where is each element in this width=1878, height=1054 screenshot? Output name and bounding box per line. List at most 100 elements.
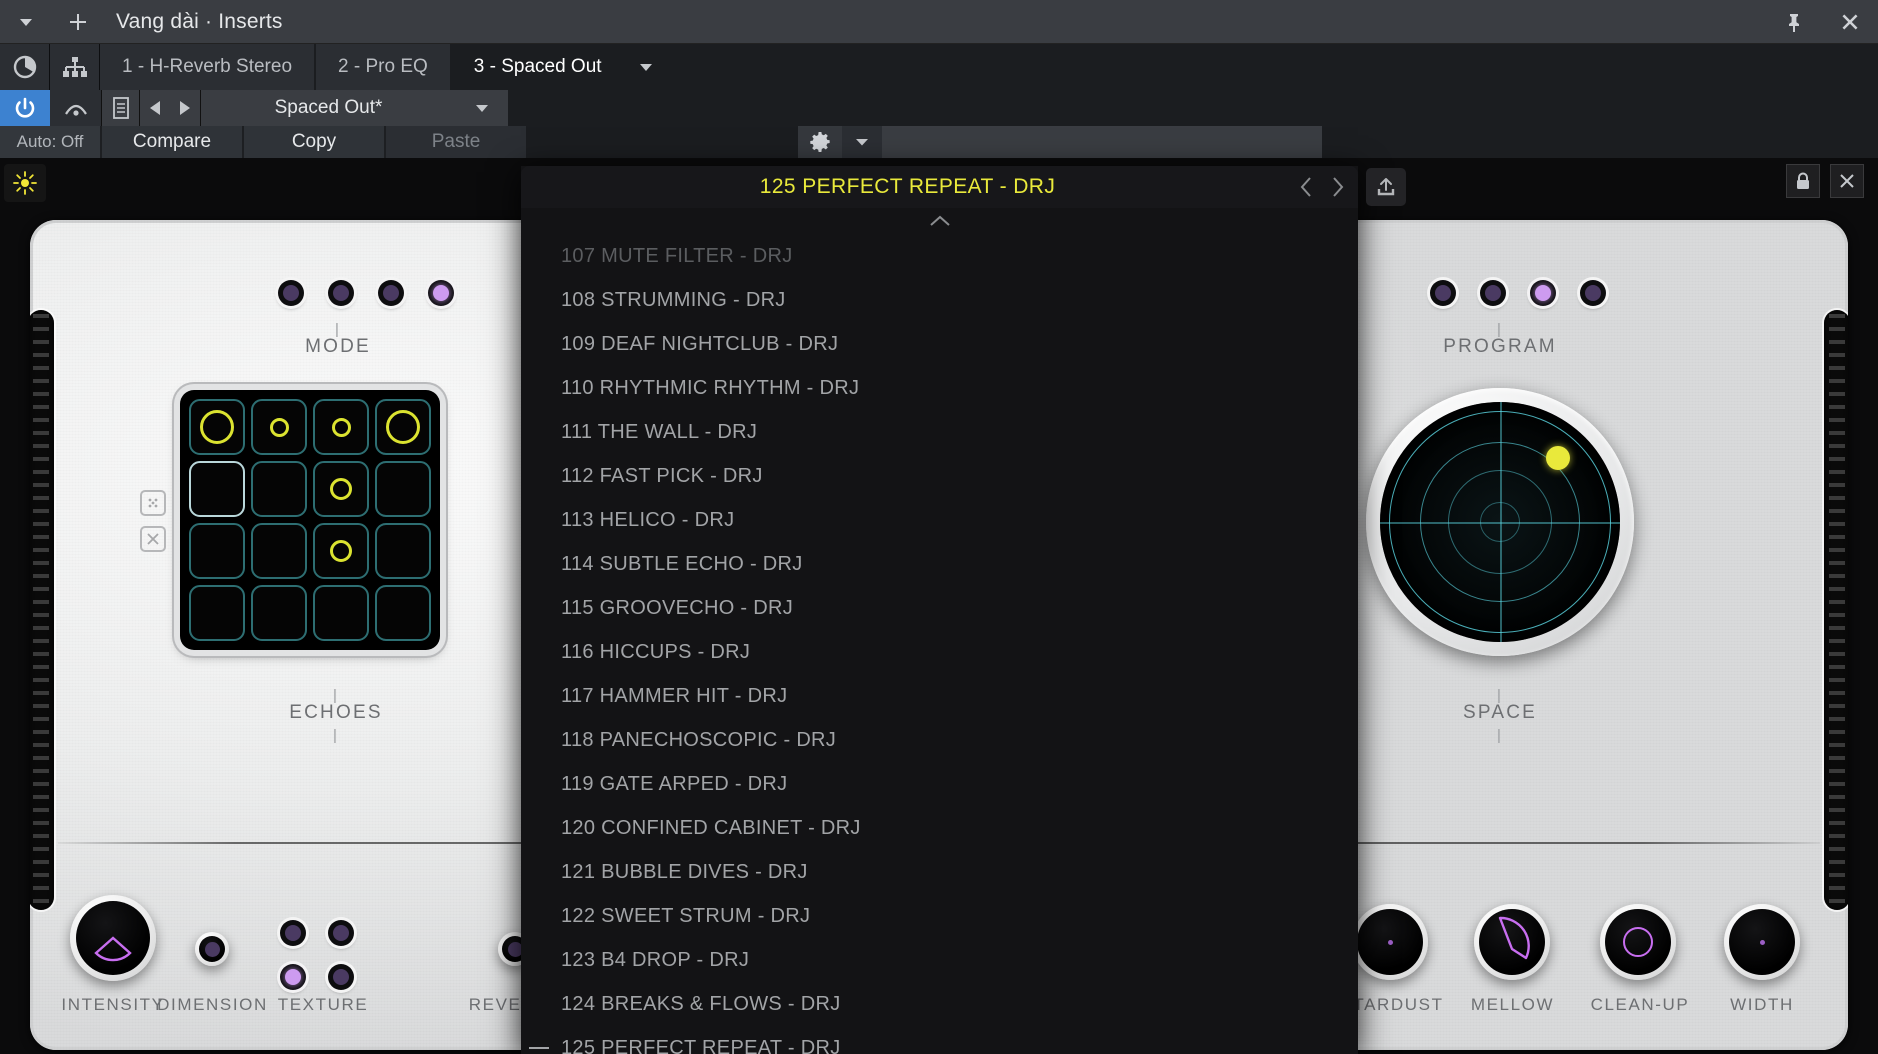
echo-pad-r2c2[interactable]: [251, 461, 307, 517]
next-preset-button[interactable]: [170, 90, 200, 126]
echo-pad-r3c4[interactable]: [375, 523, 431, 579]
echo-ring: [330, 478, 352, 500]
echo-pad-r4c2[interactable]: [251, 585, 307, 641]
program-led-4[interactable]: [1580, 280, 1606, 306]
gear-icon[interactable]: [798, 126, 842, 158]
mellow-knob[interactable]: [1474, 904, 1550, 980]
preset-list-item[interactable]: 123 B4 DROP - DRJ: [521, 938, 1358, 982]
texture-led-1[interactable]: [280, 920, 306, 946]
program-led-3[interactable]: [1530, 280, 1556, 306]
window-menu-button[interactable]: [0, 0, 52, 44]
sun-icon[interactable]: [4, 164, 46, 202]
stardust-knob[interactable]: [1352, 904, 1428, 980]
insert-tab-1[interactable]: 1 - H-Reverb Stereo: [100, 44, 315, 90]
preset-list-item[interactable]: 110 RHYTHMIC RHYTHM - DRJ: [521, 366, 1358, 410]
program-led-1[interactable]: [1430, 280, 1456, 306]
texture-led-3[interactable]: [280, 964, 306, 990]
dimension-knob[interactable]: [195, 932, 229, 966]
program-led-2[interactable]: [1480, 280, 1506, 306]
preset-list-item[interactable]: 115 GROOVECHO - DRJ: [521, 586, 1358, 630]
echo-pad-r1c2[interactable]: [251, 399, 307, 455]
insert-tab-3[interactable]: 3 - Spaced Out: [451, 44, 624, 90]
preset-list-item[interactable]: 125 PERFECT REPEAT - DRJ: [521, 1026, 1358, 1054]
echo-pad-r3c3[interactable]: [313, 523, 369, 579]
copy-button[interactable]: Copy: [244, 126, 384, 158]
mode-led-2[interactable]: [328, 280, 354, 306]
plugin-settings-group: [798, 126, 1322, 158]
echo-pad-r3c2[interactable]: [251, 523, 307, 579]
mode-led-1[interactable]: [278, 280, 304, 306]
document-icon[interactable]: [102, 90, 140, 126]
preset-list-item[interactable]: 119 GATE ARPED - DRJ: [521, 762, 1358, 806]
preset-name-field[interactable]: Spaced Out*: [200, 90, 456, 126]
auto-mode-button[interactable]: Auto: Off: [0, 126, 100, 158]
preset-dropdown-chevron-down-icon[interactable]: [456, 90, 508, 126]
echo-pad-r2c1[interactable]: [189, 461, 245, 517]
preset-list-item[interactable]: 113 HELICO - DRJ: [521, 498, 1358, 542]
preset-list-item[interactable]: 111 THE WALL - DRJ: [521, 410, 1358, 454]
texture-led-row-bottom: [280, 964, 354, 990]
texture-led-2[interactable]: [328, 920, 354, 946]
window-title: Vang dài · Inserts: [116, 9, 283, 33]
chevron-right-icon[interactable]: [1324, 170, 1350, 204]
preset-list-item[interactable]: 114 SUBTLE ECHO - DRJ: [521, 542, 1358, 586]
routing-icon[interactable]: [50, 44, 100, 90]
compare-button[interactable]: Compare: [102, 126, 242, 158]
texture-led-4[interactable]: [328, 964, 354, 990]
echo-pad-r1c1[interactable]: [189, 399, 245, 455]
preset-list-item-label: 119 GATE ARPED - DRJ: [561, 772, 788, 795]
upload-icon[interactable]: [1366, 168, 1406, 206]
chevron-up-icon[interactable]: [521, 208, 1358, 234]
radar-position-dot[interactable]: [1546, 446, 1570, 470]
preset-list-item[interactable]: 116 HICCUPS - DRJ: [521, 630, 1358, 674]
ab-compare-icon[interactable]: [50, 90, 102, 126]
preset-list-item[interactable]: 108 STRUMMING - DRJ: [521, 278, 1358, 322]
preset-list-item[interactable]: 112 FAST PICK - DRJ: [521, 454, 1358, 498]
intensity-knob[interactable]: [70, 895, 156, 981]
mode-led-3[interactable]: [378, 280, 404, 306]
preset-list-item[interactable]: 120 CONFINED CABINET - DRJ: [521, 806, 1358, 850]
preset-list-item[interactable]: 121 BUBBLE DIVES - DRJ: [521, 850, 1358, 894]
close-box-icon[interactable]: [1830, 164, 1864, 198]
preset-list-item-label: 110 RHYTHMIC RHYTHM - DRJ: [561, 376, 860, 399]
echo-pad-r4c1[interactable]: [189, 585, 245, 641]
preset-list-item[interactable]: 107 MUTE FILTER - DRJ: [521, 234, 1358, 278]
insert-tab-2[interactable]: 2 - Pro EQ: [316, 44, 450, 90]
preset-list-item[interactable]: 118 PANECHOSCOPIC - DRJ: [521, 718, 1358, 762]
plugin-header-filler: [508, 90, 1878, 126]
close-icon[interactable]: [1822, 0, 1878, 44]
echoes-grid[interactable]: [180, 390, 440, 650]
preset-list-item[interactable]: 117 HAMMER HIT - DRJ: [521, 674, 1358, 718]
prev-preset-button[interactable]: [140, 90, 170, 126]
paste-button[interactable]: Paste: [386, 126, 526, 158]
pin-icon[interactable]: [1766, 0, 1822, 44]
right-slider-track[interactable]: [1824, 310, 1848, 910]
bypass-icon[interactable]: [0, 44, 50, 90]
chevron-left-icon[interactable]: [1294, 170, 1320, 204]
insert-tab-chevron-down-icon[interactable]: [626, 44, 666, 90]
width-knob[interactable]: [1724, 904, 1800, 980]
preset-list-item[interactable]: 122 SWEET STRUM - DRJ: [521, 894, 1358, 938]
plugin-settings-chevron-down-icon[interactable]: [842, 126, 882, 158]
dimension-label: DIMENSION: [157, 995, 268, 1014]
preset-list-item-label: 109 DEAF NIGHTCLUB - DRJ: [561, 332, 839, 355]
preset-list[interactable]: 107 MUTE FILTER - DRJ 108 STRUMMING - DRJ…: [521, 234, 1358, 1054]
echo-pad-r2c3[interactable]: [313, 461, 369, 517]
echo-pad-r3c1[interactable]: [189, 523, 245, 579]
preset-list-item[interactable]: 124 BREAKS & FLOWS - DRJ: [521, 982, 1358, 1026]
mode-led-4[interactable]: [428, 280, 454, 306]
clear-x-icon[interactable]: [140, 526, 166, 552]
lock-icon[interactable]: [1786, 164, 1820, 198]
dice-random-icon[interactable]: [140, 490, 166, 516]
plugin-power-button[interactable]: [0, 90, 50, 126]
echo-pad-r1c4[interactable]: [375, 399, 431, 455]
left-slider-track[interactable]: [30, 310, 54, 910]
echo-pad-r1c3[interactable]: [313, 399, 369, 455]
echo-pad-r4c3[interactable]: [313, 585, 369, 641]
preset-list-item[interactable]: 109 DEAF NIGHTCLUB - DRJ: [521, 322, 1358, 366]
echo-pad-r2c4[interactable]: [375, 461, 431, 517]
add-insert-button[interactable]: [52, 0, 104, 44]
cleanup-knob[interactable]: [1600, 904, 1676, 980]
space-radar-knob[interactable]: [1366, 388, 1634, 656]
echo-pad-r4c4[interactable]: [375, 585, 431, 641]
